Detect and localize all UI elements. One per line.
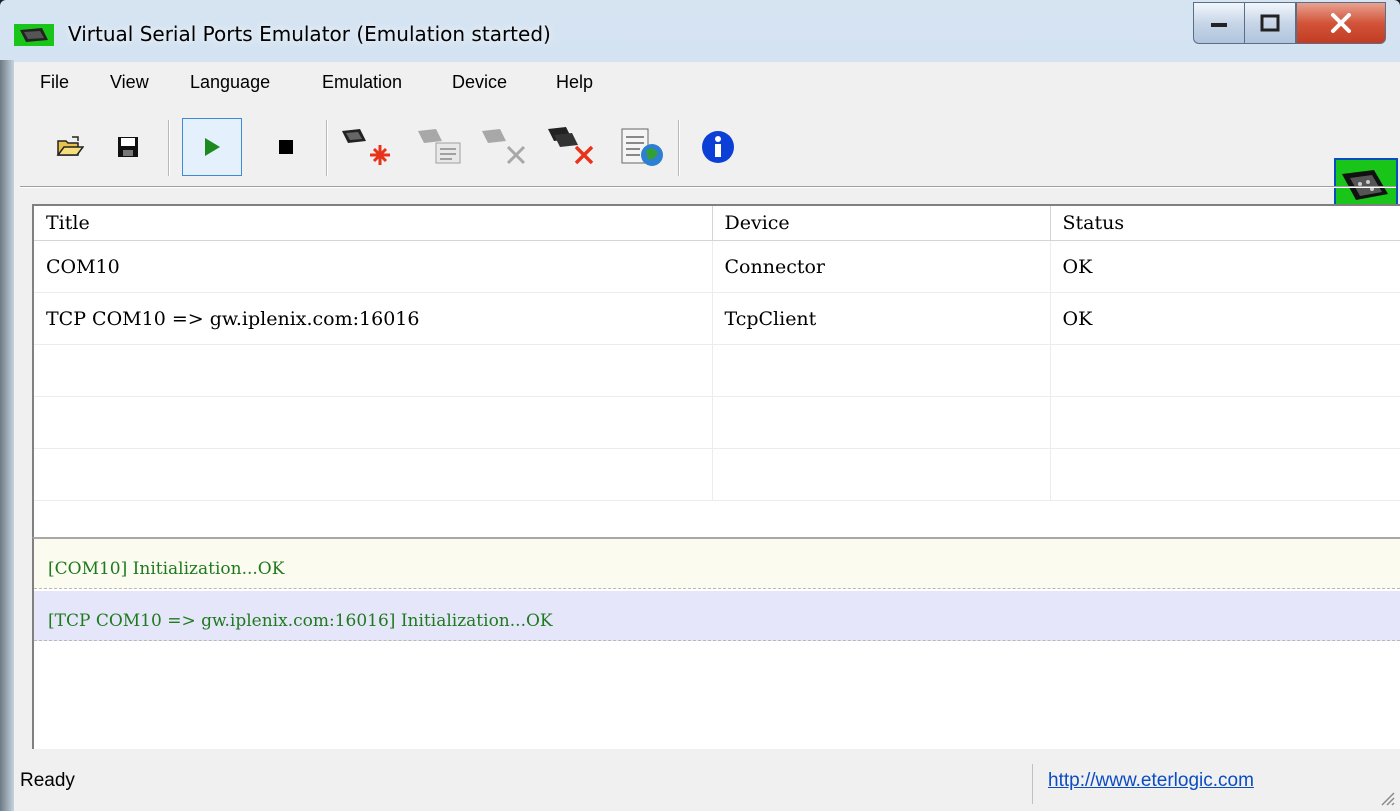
toolbar-separator [168, 120, 170, 176]
devices-table[interactable]: Title Device Status COM10 Connector OK T… [32, 204, 1400, 537]
menu-emulation[interactable]: Emulation [322, 72, 402, 93]
table-row[interactable]: COM10 Connector OK [34, 240, 1400, 293]
cell-device: TcpClient [712, 292, 1051, 345]
cell-title: TCP COM10 => gw.iplenix.com:16016 [34, 292, 713, 345]
cell-device [712, 448, 1051, 501]
menu-language[interactable]: Language [190, 72, 270, 93]
column-header-status[interactable]: Status [1050, 206, 1400, 241]
window-controls [1193, 2, 1386, 44]
status-separator [1032, 764, 1033, 804]
status-text: Ready [20, 770, 75, 791]
cell-status: OK [1050, 240, 1400, 293]
menu-view[interactable]: View [110, 72, 149, 93]
table-row[interactable] [34, 448, 1400, 501]
cell-title [34, 448, 713, 501]
maximize-icon [1260, 14, 1280, 32]
log-entry: [TCP COM10 => gw.iplenix.com:16016] Init… [34, 591, 1400, 641]
app-icon[interactable] [14, 24, 54, 46]
open-icon [56, 136, 84, 156]
status-bar: Ready http://www.eterlogic.com [14, 756, 1400, 811]
delete-device-icon [482, 129, 526, 165]
close-icon [1331, 13, 1351, 33]
close-button[interactable] [1296, 2, 1386, 44]
menu-bar: File View Language Emulation Device Help [14, 62, 1400, 106]
log-panel[interactable]: [COM10] Initialization...OK [TCP COM10 =… [32, 537, 1400, 749]
toolbar [14, 110, 1400, 222]
toolbar-separator [326, 120, 328, 176]
menu-file[interactable]: File [40, 72, 69, 93]
info-icon [702, 131, 734, 163]
cell-title: COM10 [34, 240, 713, 293]
app-window: Virtual Serial Ports Emulator (Emulation… [0, 0, 1400, 811]
save-icon [118, 137, 138, 157]
open-button[interactable] [40, 118, 100, 176]
cell-device [712, 396, 1051, 449]
log-entry: [COM10] Initialization...OK [34, 539, 1400, 589]
cell-title [34, 344, 713, 397]
website-link[interactable]: http://www.eterlogic.com [1048, 770, 1254, 792]
cell-status [1050, 396, 1400, 449]
about-button[interactable] [688, 118, 748, 176]
start-emulation-button[interactable] [182, 118, 242, 176]
delete-device-button[interactable] [476, 118, 536, 176]
maximize-button[interactable] [1244, 2, 1296, 44]
menu-device[interactable]: Device [452, 72, 507, 93]
table-row[interactable] [34, 396, 1400, 449]
new-device-icon [342, 129, 390, 165]
table-row[interactable]: TCP COM10 => gw.iplenix.com:16016 TcpCli… [34, 292, 1400, 345]
menu-help[interactable]: Help [556, 72, 593, 93]
cell-status [1050, 344, 1400, 397]
save-button[interactable] [98, 118, 158, 176]
toolbar-separator [678, 120, 680, 176]
configuration-icon [621, 128, 663, 166]
client-area: File View Language Emulation Device Help [14, 62, 1400, 811]
minimize-icon [1211, 23, 1227, 27]
toolbar-divider [20, 186, 1396, 188]
cell-device: Connector [712, 240, 1051, 293]
play-icon [205, 138, 220, 156]
cell-device [712, 344, 1051, 397]
title-bar[interactable]: Virtual Serial Ports Emulator (Emulation… [0, 0, 1400, 60]
window-title: Virtual Serial Ports Emulator (Emulation… [68, 22, 551, 46]
table-header: Title Device Status [34, 206, 1400, 241]
minimize-button[interactable] [1193, 2, 1244, 44]
column-header-title[interactable]: Title [34, 206, 713, 241]
cell-status [1050, 448, 1400, 501]
new-device-button[interactable] [336, 118, 396, 176]
edit-device-icon [418, 129, 461, 164]
stop-emulation-button[interactable] [256, 118, 316, 176]
edit-device-button[interactable] [412, 118, 472, 176]
window-left-edge [0, 60, 14, 811]
configuration-button[interactable] [612, 118, 672, 176]
resize-grip-icon[interactable] [1378, 789, 1396, 807]
stop-icon [279, 140, 293, 154]
cell-title [34, 396, 713, 449]
delete-all-devices-button[interactable] [544, 118, 604, 176]
column-header-device[interactable]: Device [712, 206, 1051, 241]
delete-all-devices-icon [548, 127, 594, 165]
cell-status: OK [1050, 292, 1400, 345]
table-row[interactable] [34, 344, 1400, 397]
